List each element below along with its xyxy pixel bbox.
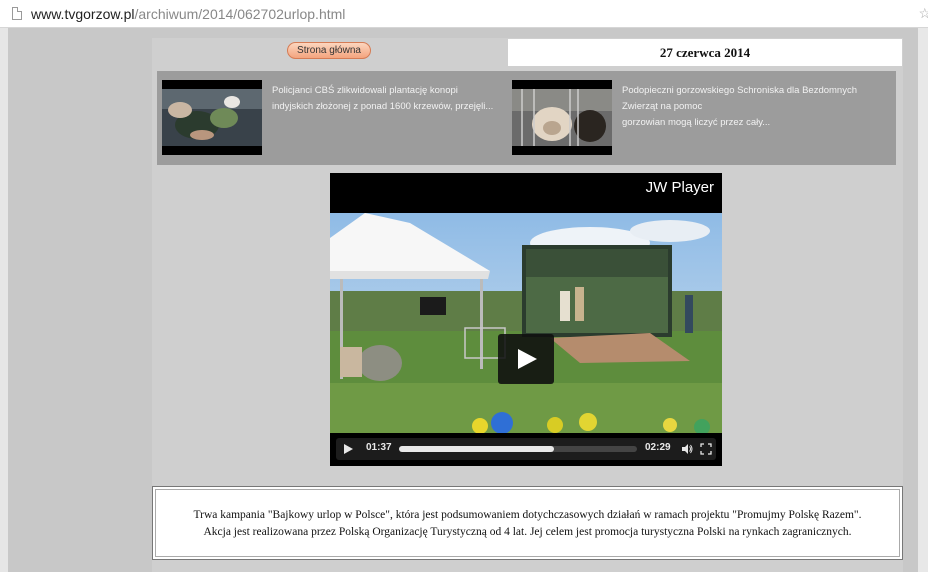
bookmark-star-icon[interactable]: ☆ (918, 5, 928, 22)
video-frame[interactable] (330, 213, 722, 433)
seek-bar[interactable] (399, 446, 637, 452)
news-item-cannabis[interactable]: Policjanci CBŚ zlikwidowali plantację ko… (162, 71, 502, 165)
url-domain: www.tvgorzow.pl (31, 6, 135, 22)
news-item-shelter[interactable]: Podopieczni gorzowskiego Schroniska dla … (512, 71, 892, 165)
duration-time: 02:29 (645, 442, 671, 453)
news-strip: Policjanci CBŚ zlikwidowali plantację ko… (157, 71, 896, 165)
news-thumbnail[interactable] (162, 80, 262, 155)
news-thumbnail[interactable] (512, 80, 612, 155)
play-icon[interactable] (342, 443, 354, 455)
address-bar[interactable]: www.tvgorzow.pl/archiwum/2014/062702urlo… (0, 0, 928, 28)
date-label: 27 czerwca 2014 (508, 39, 902, 66)
video-player[interactable]: JW Player 01:37 02:29 (330, 173, 722, 466)
left-margin (0, 28, 8, 572)
url-text[interactable]: www.tvgorzow.pl/archiwum/2014/062702urlo… (31, 6, 345, 22)
scrollbar[interactable] (918, 28, 928, 572)
page-icon (12, 7, 22, 20)
article-description: Trwa kampania "Bajkowy urlop w Polsce", … (152, 486, 903, 560)
news-text[interactable]: Podopieczni gorzowskiego Schroniska dla … (622, 83, 857, 131)
play-icon (518, 349, 537, 369)
seek-progress (399, 446, 554, 452)
description-line: Trwa kampania "Bajkowy urlop w Polsce", … (193, 509, 862, 521)
home-button[interactable]: Strona główna (287, 42, 371, 59)
fullscreen-icon[interactable] (700, 443, 712, 455)
volume-icon[interactable] (681, 443, 693, 455)
news-line: indyjskich złożonej z ponad 1600 krzewów… (272, 101, 494, 112)
news-line: Zwierząt na pomoc (622, 101, 703, 112)
play-button[interactable] (498, 334, 554, 384)
news-line: Policjanci CBŚ zlikwidowali plantację ko… (272, 85, 458, 96)
news-text[interactable]: Policjanci CBŚ zlikwidowali plantację ko… (272, 83, 493, 115)
news-line: gorzowian mogą liczyć przez cały... (622, 117, 771, 128)
news-line: Podopieczni gorzowskiego Schroniska dla … (622, 85, 857, 96)
player-controls: 01:37 02:29 (336, 438, 716, 460)
player-brand: JW Player (645, 179, 714, 196)
url-path: /archiwum/2014/062702urlop.html (134, 6, 346, 22)
description-line: Akcja jest realizowana przez Polską Orga… (203, 526, 852, 538)
current-time: 01:37 (366, 442, 392, 453)
